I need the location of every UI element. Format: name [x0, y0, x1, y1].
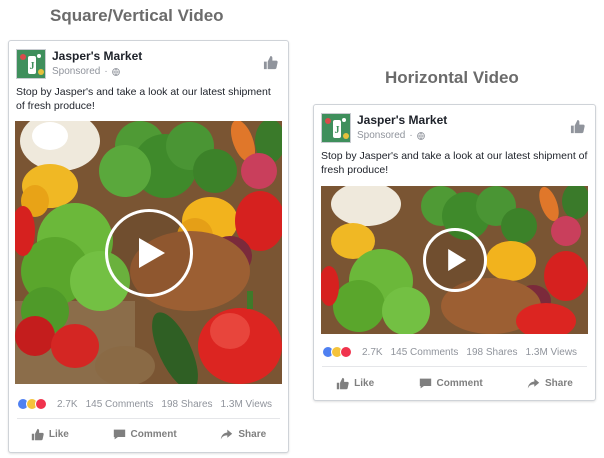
share-label: Share	[238, 428, 267, 440]
reactions-icons[interactable]	[17, 398, 47, 410]
divider	[322, 366, 587, 367]
svg-text:J: J	[335, 125, 340, 136]
globe-icon	[111, 67, 120, 76]
view-count: 1.3M Views	[220, 398, 273, 410]
page-name[interactable]: Jasper's Market	[52, 49, 142, 63]
reaction-count[interactable]: 2.7K	[57, 399, 78, 410]
sponsored-text: Sponsored	[52, 66, 101, 77]
comment-button[interactable]: Comment	[113, 428, 177, 441]
love-reaction-icon	[340, 346, 352, 358]
post-text: Stop by Jasper's and take a look at our …	[321, 150, 588, 176]
page-avatar[interactable]: J	[16, 49, 46, 79]
post-header: J Jasper's Market Sponsored ·	[314, 105, 595, 145]
play-icon	[447, 249, 466, 271]
share-action-icon	[527, 378, 540, 388]
like-thumb-icon[interactable]	[570, 119, 585, 134]
love-reaction-icon	[35, 398, 47, 410]
share-action-icon	[221, 429, 233, 439]
globe-icon	[416, 131, 425, 140]
view-count: 1.3M Views	[525, 346, 578, 358]
divider	[17, 418, 280, 419]
video-horizontal[interactable]	[321, 186, 588, 334]
heading-horizontal-video: Horizontal Video	[385, 68, 519, 87]
reactions-icons[interactable]	[322, 346, 352, 358]
like-action-icon	[336, 377, 349, 389]
share-count[interactable]: 198 Shares	[466, 347, 517, 358]
video-square[interactable]	[15, 121, 282, 384]
like-action-icon	[31, 428, 44, 440]
share-label: Share	[545, 377, 573, 389]
post-header: J Jasper's Market Sponsored ·	[9, 41, 288, 81]
comment-count[interactable]: 145 Comments	[391, 347, 459, 358]
sponsored-label: Sponsored ·	[357, 130, 425, 141]
comment-label: Comment	[130, 428, 177, 440]
like-label: Like	[48, 428, 69, 440]
play-button[interactable]	[104, 208, 193, 297]
like-thumb-icon[interactable]	[263, 55, 278, 70]
comment-action-icon	[419, 378, 431, 388]
comment-label: Comment	[436, 377, 483, 389]
share-button[interactable]: Share	[220, 428, 266, 441]
like-button[interactable]: Like	[31, 428, 69, 441]
engagement-stats: 2.7K 145 Comments 198 Shares 1.3M Views	[322, 346, 587, 358]
horizontal-video-post-card: J Jasper's Market Sponsored · Stop by Ja…	[313, 104, 596, 401]
post-text: Stop by Jasper's and take a look at our …	[16, 86, 271, 112]
page-name[interactable]: Jasper's Market	[357, 113, 447, 127]
like-label: Like	[354, 377, 375, 389]
like-button[interactable]: Like	[336, 377, 374, 390]
svg-text:J: J	[30, 61, 35, 72]
square-video-post-card: J Jasper's Market Sponsored · Stop by Ja…	[8, 40, 289, 453]
comment-count[interactable]: 145 Comments	[86, 399, 154, 410]
share-count[interactable]: 198 Shares	[161, 399, 212, 410]
share-button[interactable]: Share	[527, 377, 573, 390]
engagement-stats: 2.7K 145 Comments 198 Shares 1.3M Views	[17, 398, 280, 410]
play-icon	[138, 237, 165, 268]
reaction-count[interactable]: 2.7K	[362, 347, 383, 358]
post-actions: Like Comment Share	[9, 424, 288, 444]
comment-action-icon	[113, 429, 125, 439]
comment-button[interactable]: Comment	[419, 377, 483, 390]
play-button[interactable]	[422, 228, 487, 292]
heading-square-vertical-video: Square/Vertical Video	[50, 6, 224, 25]
sponsored-label: Sponsored ·	[52, 66, 120, 77]
page-avatar[interactable]: J	[321, 113, 351, 143]
sponsored-text: Sponsored	[357, 130, 406, 141]
post-actions: Like Comment Share	[314, 373, 595, 393]
